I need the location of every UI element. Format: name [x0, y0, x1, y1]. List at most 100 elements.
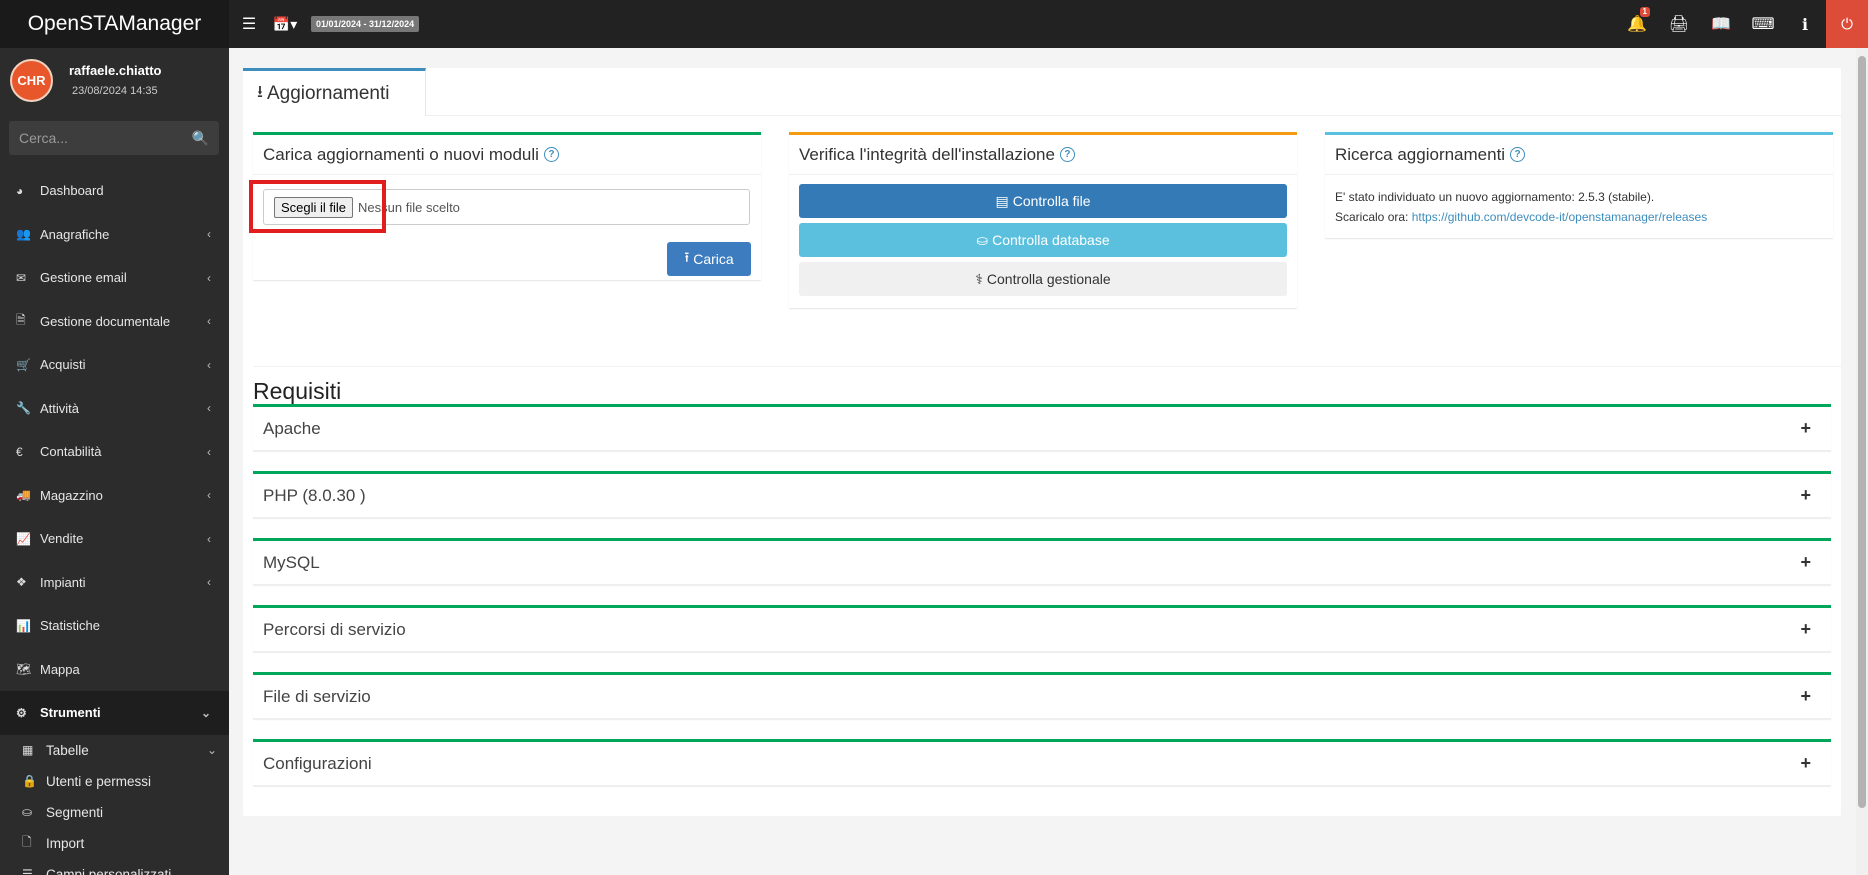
sidebar-item-label: Impianti	[40, 574, 86, 590]
list-icon: ☰	[22, 867, 33, 875]
top-navbar: OpenSTAManager ☰ 📅▾ 01/01/2024 - 31/12/2…	[0, 0, 1868, 48]
sidebar-item-label: Vendite	[40, 531, 84, 547]
plus-icon[interactable]: +	[1800, 485, 1811, 506]
sidebar-item-anagrafiche[interactable]: 👥 Anagrafiche ‹	[0, 213, 229, 257]
sidebar-subitem-label: Segmenti	[46, 804, 104, 820]
update-search-box: Ricerca aggiornamenti ? E' stato individ…	[1325, 132, 1833, 238]
file-o-icon: 🗋	[22, 834, 32, 849]
chevron-down-icon: ⌄	[200, 705, 211, 720]
plus-icon[interactable]: +	[1800, 753, 1811, 774]
stethoscope-icon: ⚕	[975, 270, 983, 287]
sidebar-subitem-label: Import	[46, 835, 85, 851]
sidebar-item-mappa[interactable]: 🗺 Mappa	[0, 648, 229, 692]
chart-line-icon: 📈	[16, 531, 31, 546]
sidebar-subitem-import[interactable]: 🗋 Import	[0, 828, 229, 859]
check-gestionale-button[interactable]: ⚕ Controlla gestionale	[799, 262, 1287, 296]
sidebar-item-attivita[interactable]: 🔧 Attività ‹	[0, 387, 229, 431]
power-icon[interactable]: ⏻	[1826, 0, 1868, 48]
integrity-box: Verifica l'integrità dell'installazione …	[789, 132, 1297, 308]
accordion-apache[interactable]: Apache +	[253, 404, 1831, 451]
cog-icon: ⚙	[16, 705, 27, 720]
chevron-left-icon: ‹	[207, 227, 211, 242]
accordion-file-servizio[interactable]: File di servizio +	[253, 672, 1831, 719]
file-icon: 🗎	[16, 312, 26, 327]
sidebar-item-vendite[interactable]: 📈 Vendite ‹	[0, 517, 229, 561]
list-alt-icon: ▤	[995, 192, 1009, 209]
sidebar-item-gestione-email[interactable]: ✉ Gestione email ‹	[0, 256, 229, 300]
tab-label: Aggiornamenti	[266, 82, 390, 104]
download-label: Scaricalo ora:	[1335, 210, 1409, 224]
chevron-left-icon: ‹	[207, 314, 211, 329]
sidebar-item-impianti[interactable]: ❖ Impianti ‹	[0, 561, 229, 605]
chevron-left-icon: ‹	[207, 444, 211, 459]
tab-divider	[426, 115, 1841, 116]
app-logo[interactable]: OpenSTAManager	[0, 0, 229, 48]
download-link[interactable]: https://github.com/devcode-it/openstaman…	[1412, 210, 1708, 224]
envelope-icon: ✉	[16, 270, 27, 285]
date-range-badge[interactable]: 01/01/2024 - 31/12/2024	[311, 16, 420, 32]
bell-icon[interactable]: 🔔 1	[1616, 0, 1658, 48]
chevron-left-icon: ‹	[207, 575, 211, 590]
accordion-mysql[interactable]: MySQL +	[253, 538, 1831, 585]
page-scrollbar[interactable]	[1856, 48, 1868, 875]
plus-icon[interactable]: +	[1800, 686, 1811, 707]
sidebar-subitem-utenti-permessi[interactable]: 🔒 Utenti e permessi	[0, 766, 229, 797]
sidebar-item-dashboard[interactable]: ◕ Dashboard	[0, 169, 229, 213]
question-circle-icon[interactable]: ?	[1510, 147, 1526, 162]
plus-icon[interactable]: +	[1800, 418, 1811, 439]
sidebar-subitem-label: Utenti e permessi	[46, 773, 152, 789]
update-message-text: E' stato individuato un nuovo aggiorname…	[1335, 190, 1655, 204]
user-name[interactable]: raffaele.chiatto	[69, 63, 161, 78]
question-circle-icon[interactable]: ?	[543, 147, 559, 162]
sidebar-item-statistiche[interactable]: 📊 Statistiche	[0, 604, 229, 648]
puzzle-icon: ❖	[16, 575, 27, 590]
check-database-button[interactable]: ⛀ Controlla database	[799, 223, 1287, 257]
check-gestionale-label: Controlla gestionale	[986, 271, 1111, 287]
accordion-configurazioni[interactable]: Configurazioni +	[253, 739, 1831, 786]
sidebar-item-label: Strumenti	[40, 705, 101, 721]
avatar[interactable]: CHR	[10, 58, 53, 102]
update-search-box-title: Ricerca aggiornamenti	[1335, 144, 1506, 164]
book-icon[interactable]: 📖	[1700, 0, 1742, 48]
search-placeholder: Cerca...	[19, 130, 69, 146]
print-icon[interactable]: 🖨	[1658, 0, 1700, 48]
plus-icon[interactable]: +	[1800, 552, 1811, 573]
search-icon[interactable]: 🔍	[192, 130, 209, 147]
chevron-left-icon: ‹	[207, 531, 211, 546]
sidebar-item-contabilita[interactable]: € Contabilità ‹	[0, 430, 229, 474]
sidebar-search-input[interactable]: Cerca... 🔍	[9, 121, 219, 155]
upload-icon: ⭱	[684, 249, 690, 265]
question-circle-icon[interactable]: ?	[1059, 147, 1075, 162]
upload-box-header: Carica aggiornamenti o nuovi moduli ?	[253, 135, 761, 175]
accordion-label: MySQL	[263, 552, 320, 572]
sidebar-item-gestione-documentale[interactable]: 🗎 Gestione documentale ‹	[0, 300, 229, 344]
sidebar-subitem-label: Tabelle	[46, 742, 89, 758]
info-icon[interactable]: i	[1784, 0, 1826, 48]
download-icon: ⭳	[257, 82, 263, 101]
sidebar-item-label: Mappa	[40, 661, 80, 677]
accordion-label: Configurazioni	[263, 753, 372, 773]
sidebar-subitem-tabelle[interactable]: ▦ Tabelle ⌄	[0, 735, 229, 766]
sidebar-item-strumenti[interactable]: ⚙ Strumenti ⌄	[0, 691, 229, 735]
sidebar-item-label: Attività	[40, 400, 80, 416]
wrench-icon: 🔧	[16, 401, 31, 416]
sidebar-item-magazzino[interactable]: 🚚 Magazzino ‹	[0, 474, 229, 518]
map-icon: 🗺	[16, 662, 32, 677]
lock-icon: 🔒	[22, 774, 37, 788]
sidebar-subitem-segmenti[interactable]: ⛀ Segmenti	[0, 797, 229, 828]
highlight-box	[249, 180, 386, 233]
accordion-percorsi-servizio[interactable]: Percorsi di servizio +	[253, 605, 1831, 652]
keyboard-icon[interactable]: ⌨	[1742, 0, 1784, 48]
upload-button[interactable]: ⭱ Carica	[667, 242, 751, 276]
sidebar-item-acquisti[interactable]: 🛒 Acquisti ‹	[0, 343, 229, 387]
scrollbar-thumb[interactable]	[1858, 56, 1866, 808]
tab-aggiornamenti[interactable]: ⭳ Aggiornamenti	[243, 68, 426, 116]
accordion-php[interactable]: PHP (8.0.30 ) +	[253, 471, 1831, 518]
sidebar-subitem-campi-personalizzati[interactable]: ☰ Campi personalizzati	[0, 859, 229, 875]
euro-icon: €	[16, 444, 23, 459]
check-files-button[interactable]: ▤ Controlla file	[799, 184, 1287, 218]
plus-icon[interactable]: +	[1800, 619, 1811, 640]
menu-icon[interactable]: ☰	[229, 0, 269, 48]
chevron-down-icon: ⌄	[206, 743, 217, 757]
calendar-icon[interactable]: 📅▾	[269, 0, 301, 48]
